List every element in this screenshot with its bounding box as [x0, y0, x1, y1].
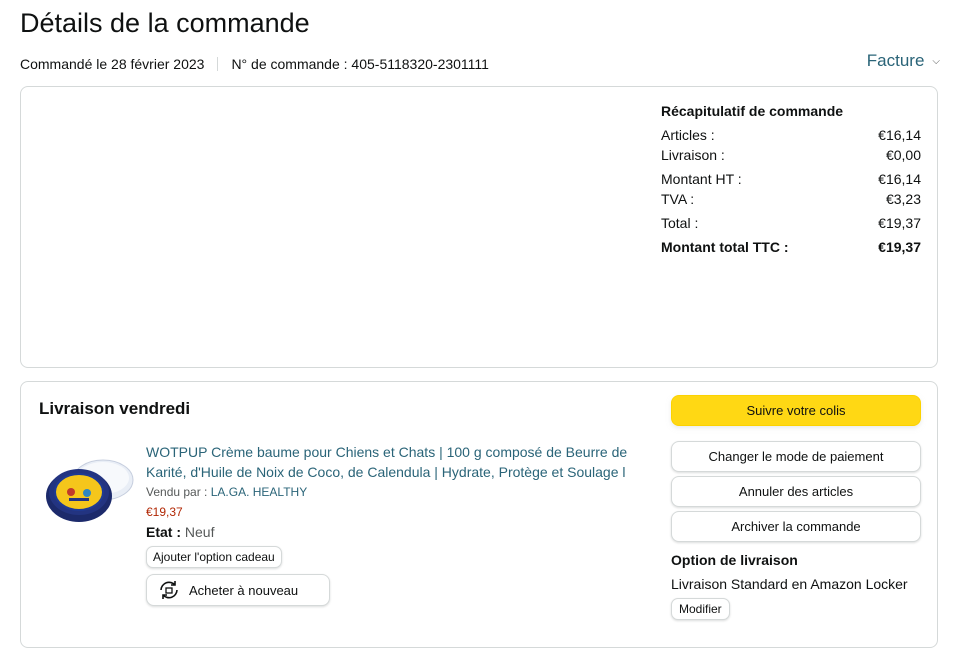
- cancel-items-button[interactable]: Annuler des articles: [671, 476, 921, 507]
- buy-again-label: Acheter à nouveau: [189, 582, 299, 598]
- product-image[interactable]: [43, 452, 137, 532]
- order-number: N° de commande : 405-5118320-2301111: [231, 56, 489, 72]
- track-package-button[interactable]: Suivre votre colis: [671, 395, 921, 426]
- summary-title: Récapitulatif de commande: [661, 103, 844, 119]
- meta-divider: [217, 57, 219, 71]
- product-price: €19,37: [146, 505, 183, 519]
- summary-value: €19,37: [878, 215, 921, 231]
- invoice-label: Facture: [866, 51, 925, 70]
- order-meta: Commandé le 28 février 2023 N° de comman…: [20, 56, 489, 72]
- sold-by-label: Vendu par :: [146, 485, 208, 499]
- buy-again-button[interactable]: Acheter à nouveau: [146, 574, 330, 606]
- change-payment-button[interactable]: Changer le mode de paiement: [671, 441, 921, 472]
- summary-label: Montant HT :: [661, 171, 742, 187]
- summary-row-grand-total: Montant total TTC : €19,37: [661, 237, 921, 257]
- product-title-line: Karité, d'Huile de Noix de Coco, de Cale…: [146, 464, 626, 480]
- order-actions: Suivre votre colis Changer le mode de pa…: [671, 395, 921, 620]
- seller-link[interactable]: LA.GA. HEALTHY: [211, 485, 307, 499]
- product-info: WOTPUP Crème baume pour Chiens et Chats …: [146, 442, 636, 606]
- product-title-link[interactable]: WOTPUP Crème baume pour Chiens et Chats …: [146, 442, 631, 482]
- order-date: Commandé le 28 février 2023: [20, 56, 205, 72]
- order-summary-card: Récapitulatif de commande Articles : €16…: [20, 86, 938, 368]
- sold-by: Vendu par : LA.GA. HEALTHY: [146, 485, 636, 499]
- modify-shipping-button[interactable]: Modifier: [671, 598, 730, 620]
- add-gift-option-button[interactable]: Ajouter l'option cadeau: [146, 546, 282, 568]
- summary-label: Montant total TTC :: [661, 239, 789, 255]
- summary-value: €19,37: [878, 239, 921, 255]
- summary-row-net: Montant HT : €16,14: [661, 169, 921, 189]
- summary-row-vat: TVA : €3,23: [661, 189, 921, 209]
- condition-value: Neuf: [184, 524, 215, 540]
- summary-label: Articles :: [661, 127, 715, 143]
- product-title-line: WOTPUP Crème baume pour Chiens et Chats …: [146, 444, 628, 460]
- summary-row-articles: Articles : €16,14: [661, 125, 921, 145]
- delivery-card: Livraison vendredi WOTPUP Crème baume po…: [20, 381, 938, 648]
- summary-value: €16,14: [878, 171, 921, 187]
- shipping-option-title: Option de livraison: [671, 552, 798, 568]
- summary-label: Total :: [661, 215, 699, 231]
- summary-label: TVA :: [661, 191, 695, 207]
- chevron-down-icon: ⌵: [932, 55, 940, 67]
- archive-order-button[interactable]: Archiver la commande: [671, 511, 921, 542]
- summary-value: €0,00: [885, 147, 921, 163]
- shipping-option-value: Livraison Standard en Amazon Locker: [671, 576, 908, 592]
- summary-value: €16,14: [878, 127, 921, 143]
- invoice-dropdown[interactable]: Facture ⌵: [867, 51, 940, 71]
- delivery-title: Livraison vendredi: [39, 399, 191, 418]
- summary-row-total: Total : €19,37: [661, 213, 921, 233]
- condition-label: Etat :: [146, 524, 181, 540]
- page-title: Détails de la commande: [20, 8, 310, 38]
- buy-again-icon: [160, 581, 178, 599]
- order-summary: Récapitulatif de commande Articles : €16…: [661, 103, 921, 257]
- balm-tin-icon: [46, 459, 134, 522]
- product-condition: Etat : Neuf: [146, 524, 636, 540]
- summary-label: Livraison :: [661, 147, 725, 163]
- summary-row-shipping: Livraison : €0,00: [661, 145, 921, 165]
- summary-value: €3,23: [885, 191, 921, 207]
